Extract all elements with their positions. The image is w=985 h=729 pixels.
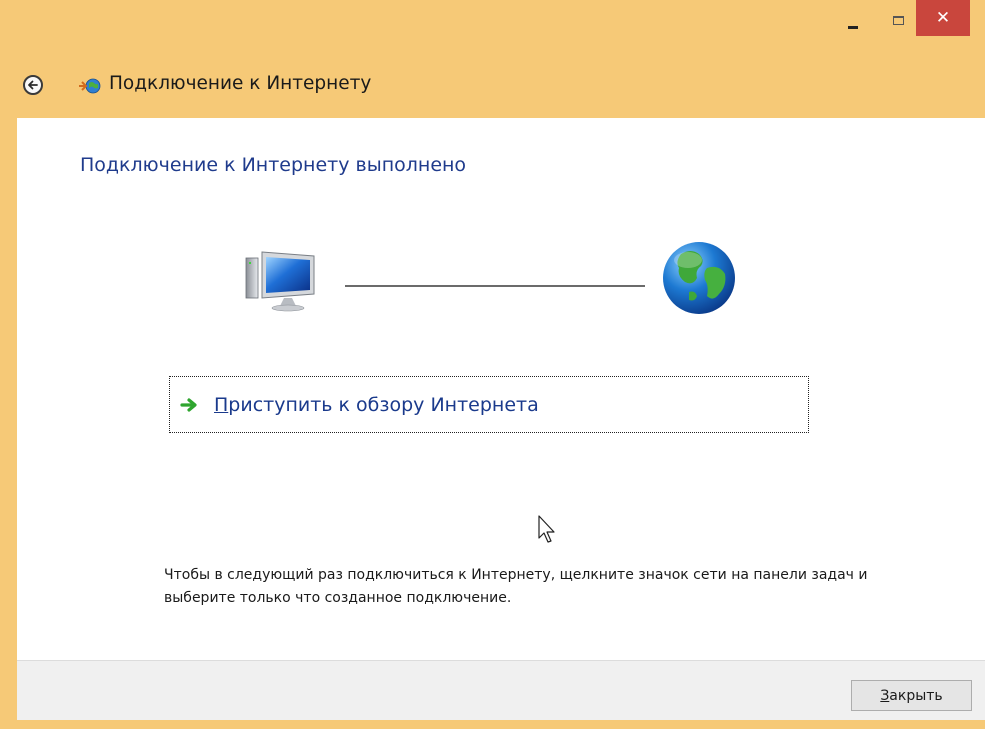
dialog-window: ✕ Подключение к Интернету Подключение к … <box>0 0 985 729</box>
title-bar[interactable]: ✕ <box>0 0 985 48</box>
close-window-button[interactable]: ✕ <box>916 0 970 36</box>
page-heading: Подключение к Интернету выполнено <box>80 154 467 176</box>
minimize-button[interactable] <box>833 0 873 40</box>
close-icon: ✕ <box>935 7 951 28</box>
content-pane: Подключение к Интернету выполнено Присту… <box>17 118 985 660</box>
browse-internet-link[interactable]: Приступить к обзору Интернета <box>169 376 809 433</box>
connection-line <box>345 285 645 287</box>
maximize-button[interactable] <box>878 0 918 40</box>
hint-text: Чтобы в следующий раз подключиться к Инт… <box>164 567 868 606</box>
maximize-icon <box>892 15 904 25</box>
globe-icon <box>663 242 735 314</box>
browse-internet-label: Приступить к обзору Интернета <box>214 393 539 416</box>
green-arrow-icon <box>180 397 197 412</box>
close-button[interactable]: Закрыть <box>851 680 972 711</box>
navigation-bar: Подключение к Интернету <box>0 48 985 120</box>
minimize-icon <box>848 25 858 29</box>
window-title: Подключение к Интернету <box>109 73 372 94</box>
computer-icon <box>245 251 315 312</box>
window-bottom-border <box>0 720 985 729</box>
footer-bar: Закрыть <box>17 660 985 720</box>
network-connection-icon <box>79 78 101 94</box>
back-arrow-icon <box>28 80 38 90</box>
mouse-cursor-icon <box>538 515 555 543</box>
back-button[interactable] <box>23 75 43 95</box>
